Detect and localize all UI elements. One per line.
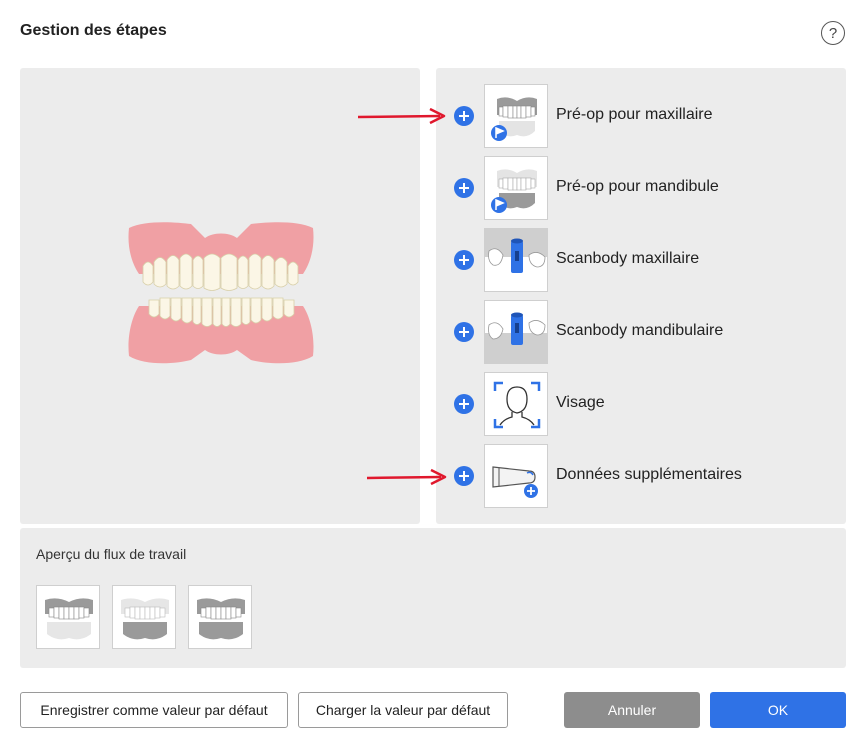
step-label: Pré-op pour mandibule	[556, 178, 719, 195]
workflow-title: Aperçu du flux de travail	[36, 546, 187, 562]
step-row-additional-data: Données supplémentaires	[436, 444, 846, 508]
red-arrow-icon	[366, 468, 447, 486]
workflow-step-thumbnail[interactable]	[36, 585, 100, 649]
dialog-title: Gestion des étapes	[20, 22, 167, 39]
save-default-button[interactable]: Enregistrer comme valeur par défaut	[20, 692, 288, 728]
step-label: Données supplémentaires	[556, 466, 742, 483]
step-row-preop-maxilla: Pré-op pour maxillaire	[436, 84, 846, 148]
ok-button[interactable]: OK	[710, 692, 846, 728]
step-row-scanbody-maxilla: Scanbody maxillaire	[436, 228, 846, 292]
help-button[interactable]: ?	[821, 21, 845, 45]
face-scan-icon[interactable]	[484, 372, 548, 436]
add-step-button[interactable]	[454, 394, 474, 414]
add-step-button[interactable]	[454, 178, 474, 198]
workflow-step-thumbnail[interactable]	[188, 585, 252, 649]
step-row-face: Visage	[436, 372, 846, 436]
workflow-preview-panel: Aperçu du flux de travail	[20, 528, 846, 668]
step-label: Pré-op pour maxillaire	[556, 106, 713, 123]
scanbody-mandible-icon[interactable]	[484, 300, 548, 364]
model-preview-panel	[20, 68, 420, 524]
load-default-button[interactable]: Charger la valeur par défaut	[298, 692, 508, 728]
additional-data-icon[interactable]	[484, 444, 548, 508]
add-step-button[interactable]	[454, 322, 474, 342]
steps-panel: Pré-op pour maxillaire Pré-op pour mandi…	[436, 68, 846, 524]
preop-maxilla-icon[interactable]	[484, 84, 548, 148]
add-step-button[interactable]	[454, 250, 474, 270]
step-row-scanbody-mandible: Scanbody mandibulaire	[436, 300, 846, 364]
scanbody-maxilla-icon[interactable]	[484, 228, 548, 292]
step-label: Scanbody mandibulaire	[556, 322, 724, 339]
workflow-step-thumbnail[interactable]	[112, 585, 176, 649]
step-row-preop-mandible: Pré-op pour mandibule	[436, 156, 846, 220]
add-step-button[interactable]	[454, 466, 474, 486]
cancel-button[interactable]: Annuler	[564, 692, 700, 728]
denture-model-image	[128, 222, 314, 364]
step-label: Visage	[556, 394, 605, 411]
add-step-button[interactable]	[454, 106, 474, 126]
red-arrow-icon	[357, 108, 446, 125]
step-label: Scanbody maxillaire	[556, 250, 700, 267]
preop-mandible-icon[interactable]	[484, 156, 548, 220]
